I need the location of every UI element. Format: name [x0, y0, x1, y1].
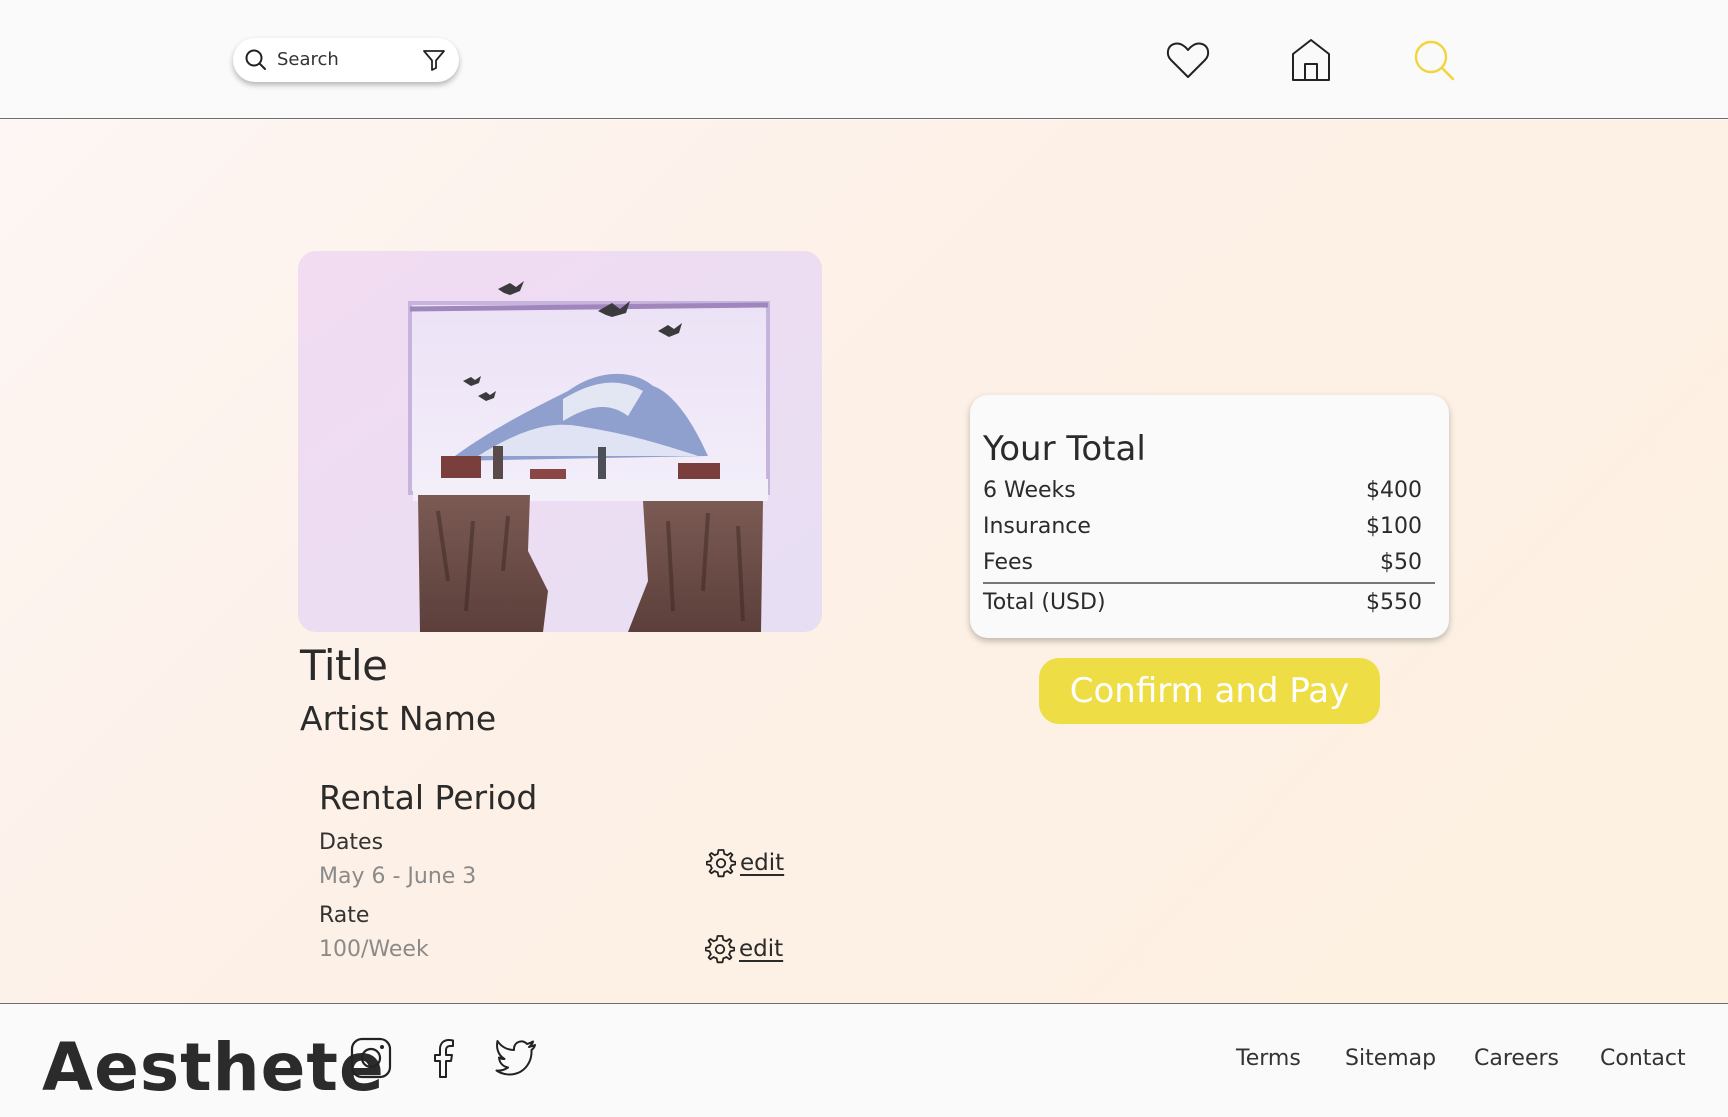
dates-label: Dates [319, 830, 384, 855]
brand-logo[interactable]: Aesthete [42, 1029, 385, 1106]
line-item-amount: $100 [1366, 514, 1422, 539]
confirm-and-pay-button[interactable]: Confirm and Pay [1039, 658, 1380, 724]
edit-rate-link[interactable]: edit [705, 934, 783, 964]
rate-value: 100/Week [319, 937, 429, 962]
edit-rate-label[interactable]: edit [739, 936, 783, 962]
heart-icon[interactable] [1164, 36, 1212, 84]
line-item: 6 Weeks $400 [983, 478, 1422, 503]
facebook-icon[interactable] [423, 1036, 467, 1080]
search-icon [245, 49, 266, 70]
search-input[interactable]: Search [277, 49, 339, 70]
line-item: Insurance $100 [983, 514, 1422, 539]
total-amount: $550 [1366, 590, 1422, 615]
search-nav-icon[interactable] [1410, 36, 1458, 84]
total-card: Your Total 6 Weeks $400 Insurance $100 F… [970, 395, 1449, 638]
line-item-amount: $50 [1380, 550, 1422, 575]
checkout-main: Title Artist Name Rental Period Dates Ma… [0, 120, 1728, 1003]
edit-dates-label[interactable]: edit [740, 850, 784, 876]
artist-name: Artist Name [300, 699, 497, 738]
rental-period-heading: Rental Period [319, 778, 538, 817]
artwork-image [298, 251, 822, 632]
filter-icon[interactable] [421, 47, 447, 73]
line-item-label: 6 Weeks [983, 478, 1076, 503]
line-item-label: Insurance [983, 514, 1091, 539]
line-item-amount: $400 [1366, 478, 1422, 503]
line-item-label: Fees [983, 550, 1033, 575]
dates-value: May 6 - June 3 [319, 864, 477, 889]
total-label: Total (USD) [983, 590, 1106, 615]
rate-label: Rate [319, 903, 370, 928]
line-item: Fees $50 [983, 550, 1422, 575]
edit-dates-link[interactable]: edit [706, 848, 784, 878]
total-row: Total (USD) $550 [983, 590, 1422, 615]
header: Search [0, 0, 1728, 119]
total-heading: Your Total [983, 429, 1146, 469]
footer-link-sitemap[interactable]: Sitemap [1345, 1046, 1436, 1071]
footer-link-careers[interactable]: Careers [1474, 1046, 1559, 1071]
twitter-icon[interactable] [494, 1036, 538, 1080]
footer-link-terms[interactable]: Terms [1236, 1046, 1301, 1071]
search-bar[interactable]: Search [233, 38, 459, 82]
footer-link-contact[interactable]: Contact [1600, 1046, 1686, 1071]
instagram-icon[interactable] [349, 1036, 393, 1080]
gear-icon [706, 849, 736, 878]
total-divider [983, 582, 1435, 584]
home-icon[interactable] [1287, 36, 1335, 84]
artwork-title: Title [300, 641, 388, 690]
gear-icon [705, 935, 735, 964]
footer: Aesthete Terms Sitemap Careers Contact [0, 1003, 1728, 1117]
